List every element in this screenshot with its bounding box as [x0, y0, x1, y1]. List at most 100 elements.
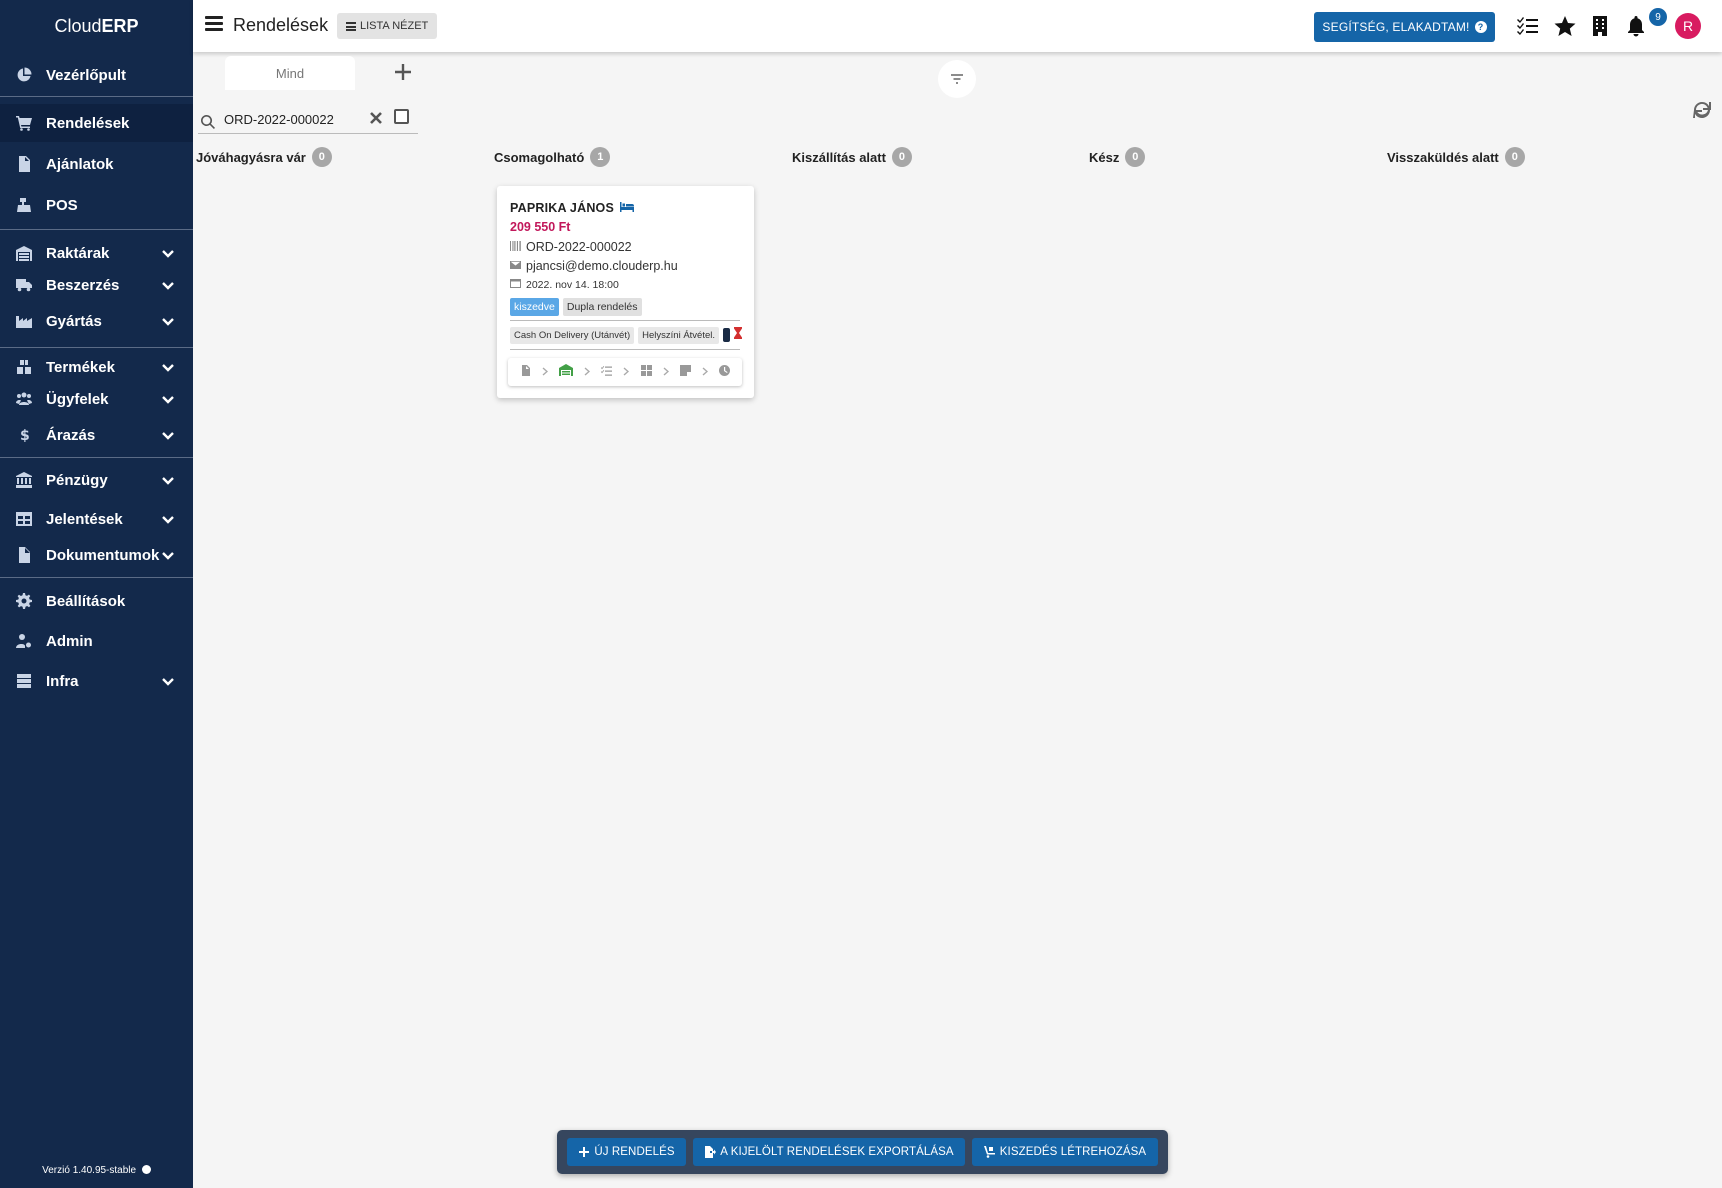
warehouse-icon[interactable] [558, 363, 573, 381]
building-icon[interactable] [1589, 15, 1611, 37]
search-input[interactable] [224, 108, 364, 130]
order-price: 209 550 Ft [510, 220, 571, 234]
avatar[interactable]: R [1675, 13, 1701, 39]
new-order-button[interactable]: ÚJ RENDELÉS [567, 1138, 686, 1166]
barcode-icon [510, 240, 521, 254]
sidebar-item-dashboard[interactable]: Vezérlőpult [0, 56, 193, 94]
payment-method: Cash On Delivery (Utánvét) [510, 326, 635, 344]
list-view-button[interactable]: LISTA NÉZET [337, 13, 438, 39]
add-tab-icon[interactable] [392, 61, 414, 83]
file-export-icon [705, 1146, 717, 1158]
sidebar-item-label: Ajánlatok [46, 155, 114, 173]
boxes-icon [14, 357, 34, 377]
note-icon[interactable] [679, 363, 691, 381]
sidebar-item-label: Pénzügy [46, 471, 108, 489]
menu-icon[interactable] [205, 16, 223, 32]
clock-icon[interactable] [719, 363, 731, 381]
tag-list: kiszedve Dupla rendelés [510, 298, 642, 316]
chevron-down-icon [161, 392, 175, 406]
top-bar: Rendelések LISTA NÉZET SEGÍTSÉG, ELAKADT… [193, 0, 1722, 52]
column-count: 0 [1504, 147, 1525, 167]
status-badge: kiszedve [510, 298, 559, 316]
notification-badge: 9 [1649, 8, 1667, 26]
column-title: Visszaküldés alatt [1387, 149, 1499, 165]
order-id-line: ORD-2022-000022 [510, 240, 632, 254]
chevron-down-icon [161, 428, 175, 442]
sidebar-item-manufacturing[interactable]: Gyártás [0, 302, 193, 340]
chevron-right-icon [623, 363, 630, 381]
chevron-down-icon [161, 473, 175, 487]
sidebar-item-purchasing[interactable]: Beszerzés [0, 266, 193, 304]
user-cog-icon [14, 631, 34, 651]
sidebar-item-label: Árazás [46, 426, 96, 444]
tab-all[interactable]: Mind [225, 56, 355, 90]
sidebar-divider [0, 229, 193, 230]
sidebar-item-orders[interactable]: Rendelések [0, 104, 193, 142]
tasks-icon[interactable] [1517, 15, 1539, 37]
sidebar-item-settings[interactable]: Beállítások [0, 582, 193, 620]
create-picking-label: KISZEDÉS LÉTREHOZÁSA [999, 1146, 1147, 1158]
warehouse-icon [14, 243, 34, 263]
chevron-down-icon [161, 674, 175, 688]
star-icon[interactable] [1554, 15, 1576, 37]
column-count: 0 [311, 147, 332, 167]
select-all-checkbox[interactable] [394, 109, 409, 124]
payment-shipping-row: Cash On Delivery (Utánvét) Helyszíni Átv… [510, 326, 743, 344]
bell-icon[interactable] [1625, 15, 1647, 37]
export-selected-button[interactable]: A KIJELÖLT RENDELÉSEK EXPORTÁLÁSA [693, 1138, 965, 1166]
order-card[interactable]: PAPRIKA JÁNOS 209 550 Ft ORD-2022-000022… [497, 186, 754, 398]
bottom-action-bar: ÚJ RENDELÉS A KIJELÖLT RENDELÉSEK EXPORT… [557, 1130, 1168, 1174]
calendar-icon [510, 278, 521, 291]
export-label: A KIJELÖLT RENDELÉSEK EXPORTÁLÁSA [720, 1146, 954, 1158]
version-info: Verzió 1.40.95-stable [0, 1165, 193, 1176]
hourglass-icon [734, 326, 743, 344]
column-title: Kész [1089, 149, 1120, 165]
customer-name-text: PAPRIKA JÁNOS [510, 201, 615, 215]
column-title: Jóváhagyásra vár [196, 149, 306, 165]
sidebar: Cloud ERP Vezérlőpult Rendelések Ajánlato… [0, 0, 193, 1188]
sidebar-item-admin[interactable]: Admin [0, 622, 193, 660]
list-view-label: LISTA NÉZET [360, 20, 429, 32]
users-icon [14, 389, 34, 409]
chevron-down-icon [161, 360, 175, 374]
sidebar-item-reports[interactable]: Jelentések [0, 500, 193, 538]
brand-prefix: Cloud [54, 15, 102, 36]
sidebar-item-label: Rendelések [46, 114, 130, 132]
sidebar-item-finance[interactable]: Pénzügy [0, 461, 193, 499]
sidebar-item-label: Termékek [46, 358, 115, 376]
sidebar-divider [0, 96, 193, 97]
invoice-icon[interactable] [520, 363, 531, 381]
email-line: pjancsi@demo.clouderp.hu [510, 259, 678, 273]
column-count: 1 [590, 147, 611, 167]
package-icon[interactable] [640, 363, 652, 381]
sidebar-item-infra[interactable]: Infra [0, 662, 193, 700]
sidebar-item-customers[interactable]: Ügyfelek [0, 380, 193, 418]
info-icon[interactable] [141, 1165, 151, 1174]
sidebar-item-label: Raktárak [46, 244, 110, 262]
sidebar-item-label: Admin [46, 632, 93, 650]
column-count: 0 [891, 147, 912, 167]
document-dollar-icon [14, 154, 34, 174]
close-icon[interactable] [369, 111, 383, 125]
sidebar-item-pos[interactable]: POS [0, 186, 193, 224]
column-title: Kiszállítás alatt [792, 149, 886, 165]
truck-icon [14, 275, 34, 295]
brand-logo[interactable]: Cloud ERP [0, 0, 193, 52]
help-label: SEGÍTSÉG, ELAKADTAM! [1322, 20, 1470, 34]
sidebar-item-quotes[interactable]: Ajánlatok [0, 145, 193, 183]
search-bar [198, 104, 418, 134]
sidebar-item-documents[interactable]: Dokumentumok [0, 536, 193, 574]
help-button[interactable]: SEGÍTSÉG, ELAKADTAM! ? [1314, 12, 1495, 42]
column-header-packable: Csomagolható 1 [494, 147, 611, 167]
checklist-icon[interactable] [601, 363, 613, 381]
refresh-icon[interactable] [1691, 99, 1713, 121]
sidebar-item-pricing[interactable]: $ Árazás [0, 416, 193, 454]
create-picking-button[interactable]: KISZEDÉS LÉTREHOZÁSA [972, 1138, 1158, 1166]
bank-icon [14, 470, 34, 490]
dolly-icon [983, 1146, 995, 1158]
new-order-label: ÚJ RENDELÉS [594, 1146, 675, 1158]
customer-email: pjancsi@demo.clouderp.hu [526, 259, 678, 273]
filter-button[interactable] [938, 60, 976, 98]
sidebar-item-label: Beállítások [46, 592, 126, 610]
chevron-right-icon [584, 363, 591, 381]
